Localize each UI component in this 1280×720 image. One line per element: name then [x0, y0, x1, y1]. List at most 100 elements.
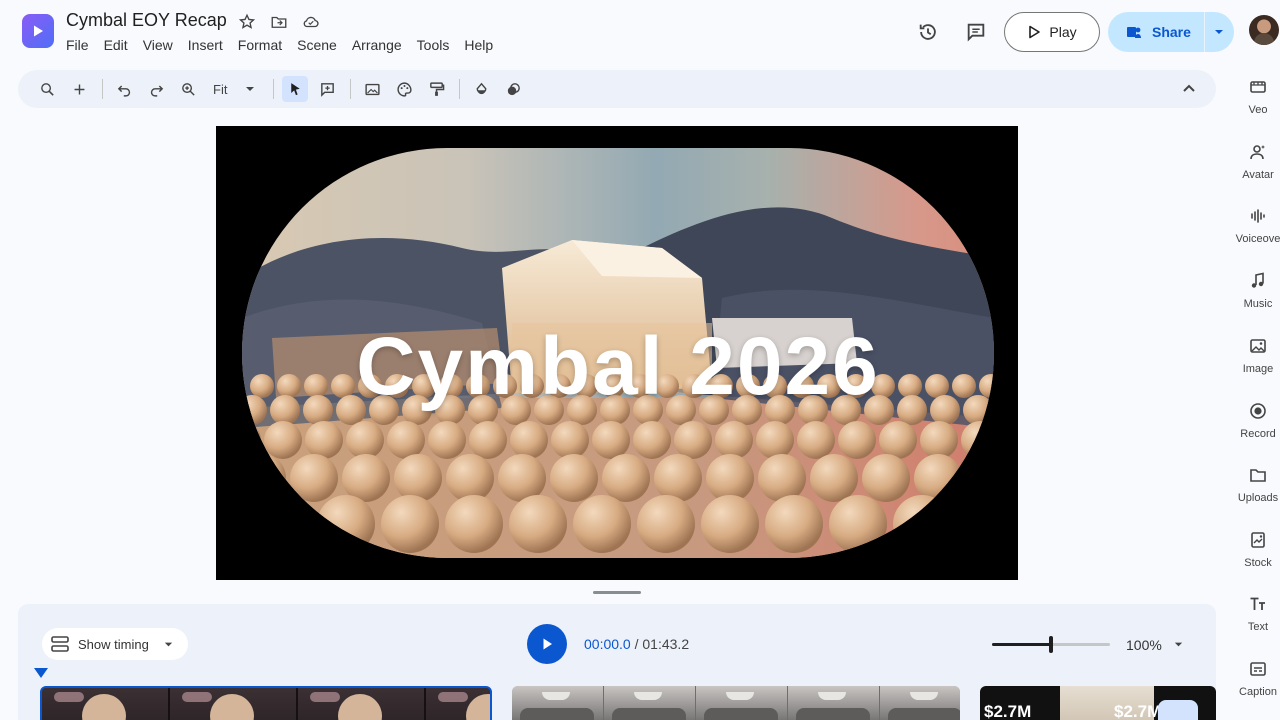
rail-item-label: Record — [1240, 428, 1276, 440]
rail-item-music[interactable]: Music — [1230, 272, 1280, 324]
document-title[interactable]: Cymbal EOY Recap — [66, 10, 227, 31]
rail-item-caption[interactable]: Caption — [1230, 660, 1280, 712]
share-options-chevron-icon[interactable] — [1212, 25, 1226, 39]
play-button[interactable]: Play — [1004, 12, 1100, 52]
caption-icon — [1250, 662, 1266, 676]
scene-canvas[interactable]: Cymbal 2026 — [216, 126, 1018, 580]
rail-item-label: Image — [1242, 363, 1274, 375]
menu-format[interactable]: Format — [238, 37, 282, 53]
rail-item-record[interactable]: Record — [1230, 402, 1280, 454]
search-icon[interactable] — [34, 76, 60, 102]
rail-item-stock[interactable]: Stock — [1230, 531, 1280, 583]
zoom-slider-thumb[interactable] — [1049, 636, 1053, 653]
add-scene-button[interactable] — [1158, 700, 1198, 720]
veo-icon — [1250, 81, 1266, 93]
clip-thumbnail — [604, 686, 696, 720]
show-timing-button[interactable]: Show timing — [42, 628, 188, 660]
rail-item-image[interactable]: Image — [1230, 337, 1280, 389]
undo-icon[interactable] — [111, 76, 137, 102]
rail-item-veo[interactable]: Veo — [1230, 78, 1280, 130]
move-folder-icon[interactable] — [268, 11, 290, 33]
rail-item-label: Caption — [1239, 686, 1277, 698]
share-button[interactable]: Share — [1108, 12, 1234, 52]
zoom-in-icon[interactable] — [175, 76, 201, 102]
menu-bar: File Edit View Insert Format Scene Arran… — [66, 37, 508, 53]
menu-tools[interactable]: Tools — [417, 37, 450, 53]
music-icon — [1251, 272, 1264, 288]
stock-icon — [1251, 532, 1265, 548]
playhead-marker-icon[interactable] — [34, 668, 48, 678]
rail-item-label: Veo — [1248, 104, 1268, 116]
rail-item-label: Avatar — [1242, 169, 1274, 181]
menu-help[interactable]: Help — [464, 37, 493, 53]
text-icon — [1250, 597, 1265, 610]
menu-arrange[interactable]: Arrange — [352, 37, 402, 53]
user-avatar[interactable] — [1249, 15, 1279, 45]
timeline-clip-1[interactable] — [40, 686, 492, 720]
background-icon[interactable] — [359, 76, 385, 102]
editing-toolbar: Fit — [18, 70, 1216, 108]
menu-scene[interactable]: Scene — [297, 37, 337, 53]
version-history-icon[interactable] — [916, 20, 940, 44]
select-cursor-icon[interactable] — [282, 76, 309, 102]
rail-item-text[interactable]: Text — [1230, 595, 1280, 647]
fill-color-icon[interactable] — [468, 76, 494, 102]
resize-drag-handle[interactable] — [593, 591, 641, 594]
clip-thumbnail — [512, 686, 604, 720]
rail-item-label: Voiceove — [1235, 233, 1280, 245]
collapse-toolbar-chevron-icon[interactable] — [1180, 80, 1198, 98]
timeline-zoom-slider[interactable] — [992, 636, 1110, 653]
timing-rows-icon — [51, 636, 69, 652]
clip-thumbnail — [880, 686, 960, 720]
zoom-percent-chevron-icon[interactable] — [1173, 639, 1184, 650]
add-icon[interactable] — [66, 76, 92, 102]
star-icon[interactable] — [236, 11, 258, 33]
menu-view[interactable]: View — [143, 37, 173, 53]
play-icon — [543, 638, 552, 650]
play-logo-icon — [34, 25, 43, 37]
clip-thumbnail — [298, 688, 426, 720]
timeline-clip-3[interactable]: $2.7M $2.7M — [980, 686, 1216, 720]
comments-icon[interactable] — [964, 20, 988, 44]
scene-title-text[interactable]: Cymbal 2026 — [242, 320, 994, 414]
avatar-icon — [1250, 145, 1265, 160]
menu-file[interactable]: File — [66, 37, 89, 53]
rail-item-avatar[interactable]: Avatar — [1230, 143, 1280, 195]
play-button-label: Play — [1049, 24, 1077, 40]
redo-icon[interactable] — [143, 76, 169, 102]
record-icon — [1250, 403, 1266, 419]
voiceover-icon — [1251, 209, 1265, 223]
clip-thumbnail — [788, 686, 880, 720]
menu-edit[interactable]: Edit — [104, 37, 128, 53]
rail-item-label: Uploads — [1237, 492, 1279, 504]
rail-item-voiceover[interactable]: Voiceove — [1230, 207, 1280, 259]
rail-item-label: Text — [1247, 621, 1269, 633]
timeline-play-button[interactable] — [527, 624, 567, 664]
share-people-icon — [1127, 27, 1141, 38]
transition-icon[interactable] — [423, 76, 449, 102]
clip-thumbnail — [426, 688, 490, 720]
playback-time: 00:00.0 / 01:43.2 — [584, 636, 689, 652]
app-logo[interactable] — [22, 14, 54, 48]
total-time: 01:43.2 — [642, 636, 690, 652]
theme-palette-icon[interactable] — [391, 76, 417, 102]
scene-artwork: Cymbal 2026 — [242, 148, 994, 558]
zoom-slider-fill — [992, 643, 1051, 646]
add-comment-icon[interactable] — [314, 76, 340, 102]
rail-item-label: Music — [1243, 298, 1273, 310]
rail-item-label: Stock — [1244, 557, 1272, 569]
effects-icon[interactable] — [500, 76, 526, 102]
timeline-zoom-percent[interactable]: 100% — [1126, 637, 1162, 653]
clip-3-label-b: $2.7M — [1114, 702, 1162, 720]
menu-insert[interactable]: Insert — [188, 37, 223, 53]
timeline-clip-2[interactable] — [512, 686, 960, 720]
zoom-dropdown-chevron-icon[interactable] — [237, 76, 263, 102]
image-icon — [1250, 339, 1266, 353]
share-button-label: Share — [1152, 24, 1191, 40]
folder-icon — [1250, 469, 1266, 482]
cloud-status-icon[interactable] — [300, 11, 322, 33]
zoom-fit-label[interactable]: Fit — [213, 82, 227, 97]
clip-thumbnail — [696, 686, 788, 720]
current-time: 00:00.0 — [584, 636, 631, 652]
rail-item-uploads[interactable]: Uploads — [1230, 466, 1280, 518]
